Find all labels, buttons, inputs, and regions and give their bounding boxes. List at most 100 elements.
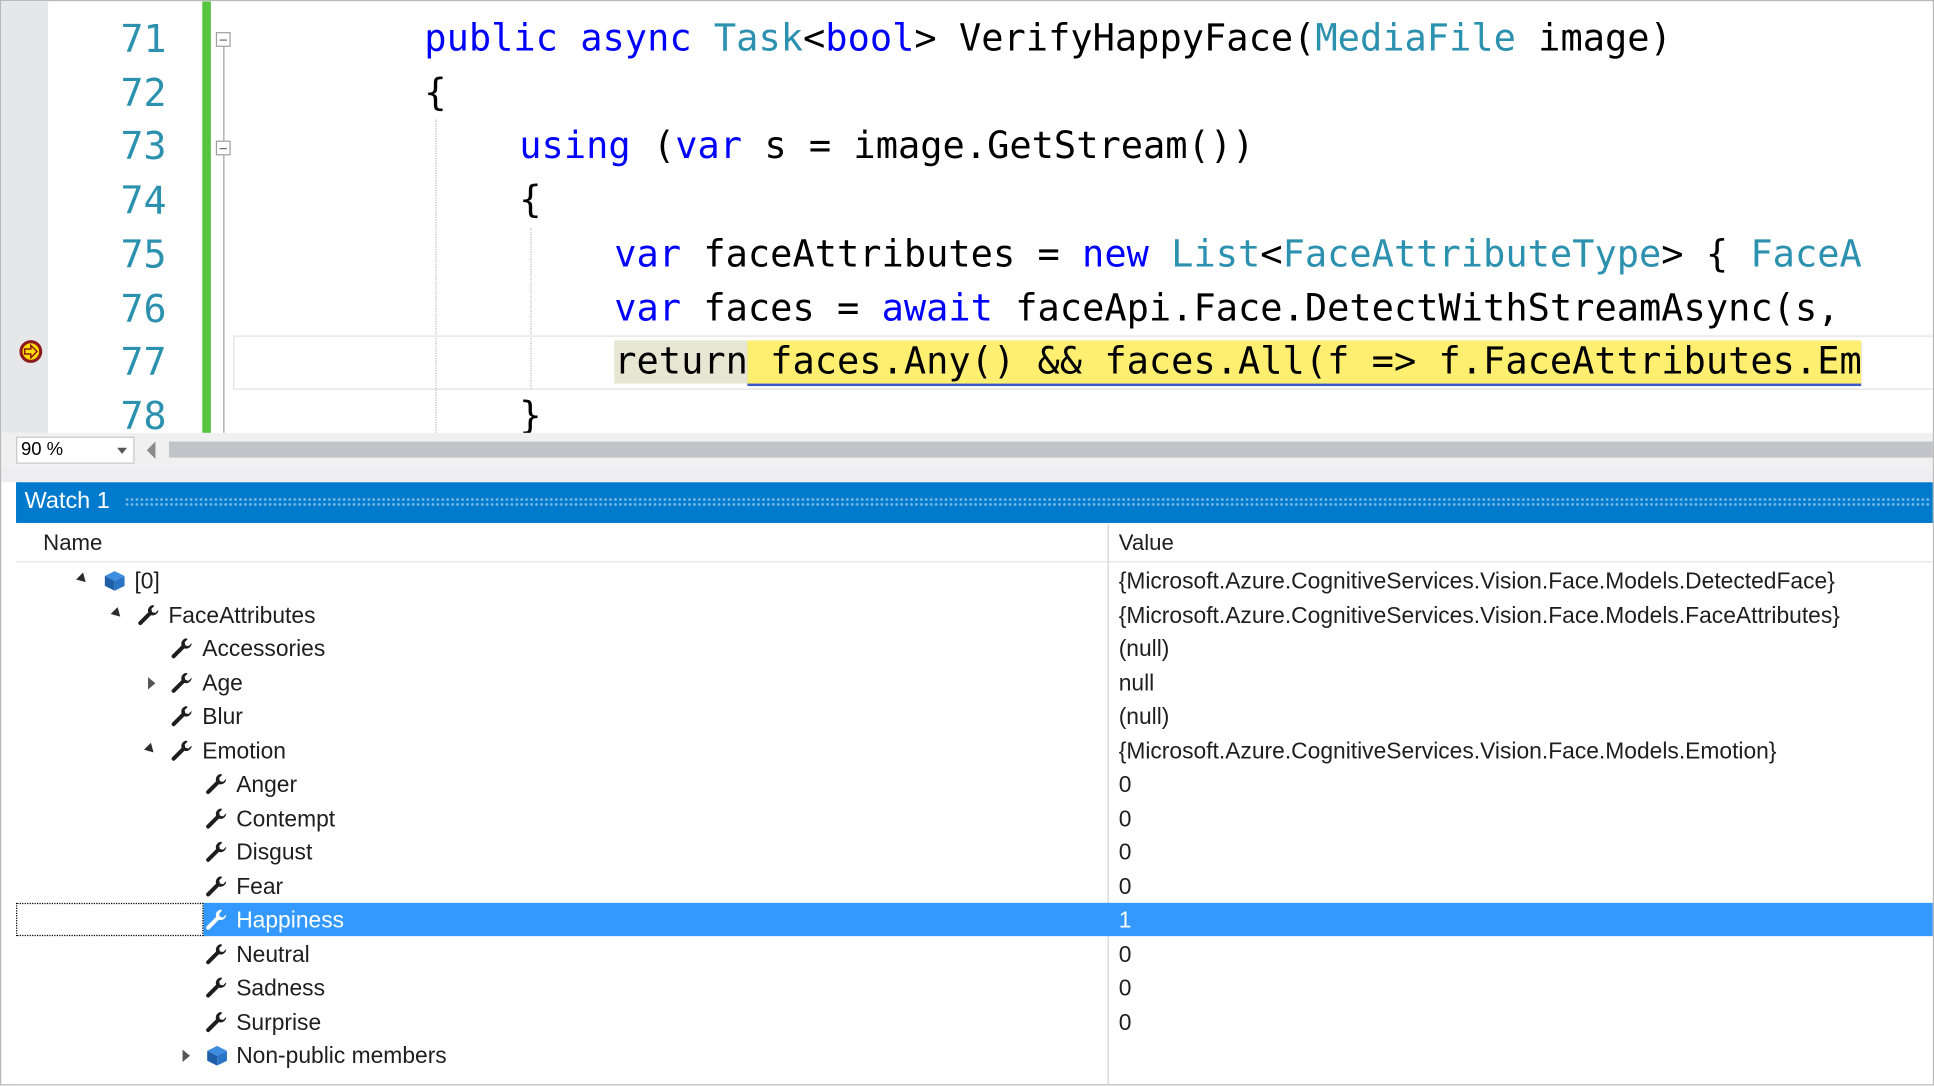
watch-row-name: Disgust (236, 838, 313, 865)
code-line: { (424, 66, 446, 120)
object-icon (102, 569, 127, 594)
fold-line (223, 155, 225, 433)
watch-row-value: 1 (1118, 906, 1132, 933)
expand-arrow-icon[interactable] (181, 1049, 190, 1062)
current-statement-arrow-icon (19, 340, 43, 363)
code-line: return faces.Any() && faces.All(f => f.F… (614, 336, 1862, 390)
watch-row-value: {Microsoft.Azure.CognitiveServices.Visio… (1118, 601, 1840, 628)
watch-row[interactable]: Fear 0 (16, 869, 1933, 903)
watch-title-bar[interactable]: Watch 1 (16, 482, 1933, 523)
code-token: > { (1661, 232, 1751, 277)
change-tracking-bar (202, 1, 211, 433)
collapse-using-icon[interactable] (215, 140, 231, 156)
chevron-down-icon[interactable] (117, 447, 128, 454)
scroll-left-icon[interactable] (146, 441, 156, 459)
watch-row-name: Surprise (236, 1008, 322, 1035)
watch-row-value: 0 (1118, 770, 1132, 797)
wrench-icon (204, 874, 229, 899)
watch-row[interactable]: Contempt 0 (16, 801, 1933, 835)
watch-row[interactable]: Blur (null) (16, 699, 1933, 733)
watch-row[interactable]: Accessories (null) (16, 632, 1933, 666)
code-token: FaceA (1750, 232, 1862, 277)
column-header-value[interactable]: Value (1119, 530, 1174, 556)
watch-row-value: (null) (1118, 703, 1170, 729)
line-number: 78 (120, 394, 167, 433)
collapse-arrow-icon[interactable] (76, 572, 90, 586)
watch-row-value: 0 (1118, 872, 1132, 899)
watch-window: Watch 1 Name Value [0] {Microsoft.Azure.C… (16, 482, 1933, 1085)
watch-row[interactable]: Happiness 1 (16, 902, 1933, 937)
watch-row-value: null (1118, 669, 1155, 696)
selection-highlight (203, 902, 1933, 937)
breakpoint-margin[interactable] (1, 1, 49, 433)
line-number: 77 (120, 340, 167, 386)
watch-row[interactable]: Anger 0 (16, 767, 1933, 801)
code-line: using (var s = image.GetStream()) (519, 120, 1254, 174)
pane-splitter[interactable] (1, 467, 1933, 483)
code-token: List (1171, 232, 1261, 277)
line-number: 76 (120, 286, 167, 332)
collapse-method-icon[interactable] (215, 32, 231, 47)
code-token: var (614, 232, 682, 277)
code-token: faceAttributes = (681, 232, 1083, 277)
code-token: MediaFile (1315, 17, 1516, 61)
code-token: public (424, 17, 558, 61)
code-token: faces = (681, 286, 882, 330)
code-token: return (614, 340, 748, 384)
column-header-name[interactable]: Name (43, 530, 102, 556)
watch-row[interactable]: FaceAttributes {Microsoft.Azure.Cognitive… (16, 598, 1933, 632)
wrench-icon (136, 603, 161, 628)
watch-row-value: 0 (1118, 838, 1132, 865)
wrench-icon (204, 772, 229, 797)
wrench-icon (204, 942, 229, 967)
watch-row[interactable]: Disgust 0 (16, 835, 1933, 869)
watch-row[interactable]: Surprise 0 (16, 1005, 1933, 1039)
watch-row-value: (null) (1118, 635, 1170, 662)
wrench-icon (204, 908, 229, 933)
watch-row[interactable]: Neutral 0 (16, 937, 1933, 971)
watch-row-value: 0 (1118, 804, 1132, 831)
code-token: new (1082, 232, 1149, 277)
code-token: > VerifyHappyFace( (914, 17, 1316, 61)
code-token: { (424, 71, 447, 115)
code-line: var faceAttributes = new List<FaceAttrib… (614, 228, 1862, 282)
watch-row-name: Happiness (236, 906, 345, 933)
code-token: < (1260, 232, 1283, 277)
code-line: } (519, 390, 541, 433)
code-token: image) (1515, 17, 1672, 61)
wrench-icon (204, 840, 229, 865)
code-token: await (881, 286, 993, 330)
code-token: } (519, 394, 542, 433)
watch-row-value: {Microsoft.Azure.CognitiveServices.Visio… (1118, 736, 1777, 763)
code-token: ( (630, 125, 676, 169)
line-number: 75 (120, 232, 167, 278)
watch-row[interactable]: Non-public members (16, 1039, 1933, 1073)
watch-row[interactable]: Sadness 0 (16, 971, 1933, 1005)
watch-row-value: {Microsoft.Azure.CognitiveServices.Visio… (1118, 567, 1835, 594)
wrench-icon (170, 738, 195, 763)
focus-outline (16, 902, 204, 937)
expand-arrow-icon[interactable] (148, 676, 156, 689)
code-token: s = image.GetStream()) (742, 125, 1255, 169)
line-number: 73 (120, 125, 167, 170)
wrench-icon (170, 636, 195, 661)
line-number: 71 (120, 17, 167, 62)
watch-row[interactable]: Age null (16, 665, 1933, 699)
code-token: < (803, 17, 826, 61)
watch-row[interactable]: Emotion {Microsoft.Azure.CognitiveService… (16, 733, 1933, 767)
line-number: 74 (120, 178, 167, 224)
watch-row-name: FaceAttributes (168, 601, 316, 628)
watch-row[interactable]: [0] {Microsoft.Azure.CognitiveServices.Vi… (16, 564, 1933, 598)
wrench-icon (204, 806, 229, 831)
watch-row-name: Blur (202, 703, 243, 729)
collapse-arrow-icon[interactable] (143, 742, 158, 756)
horizontal-scrollbar[interactable] (168, 441, 1933, 458)
watch-row-value: 0 (1118, 940, 1132, 967)
code-token: var (614, 286, 682, 330)
watch-row-value: 0 (1118, 1008, 1132, 1035)
collapse-arrow-icon[interactable] (110, 606, 124, 620)
code-token: faces.Any() && faces.All(f => f.FaceAttr… (747, 340, 1862, 384)
code-token: faceApi.Face.DetectWithStreamAsync(s, (992, 286, 1840, 330)
code-editor[interactable]: 71 72 73 74 75 76 77 78 public async Task<bool>… (1, 1, 1933, 433)
